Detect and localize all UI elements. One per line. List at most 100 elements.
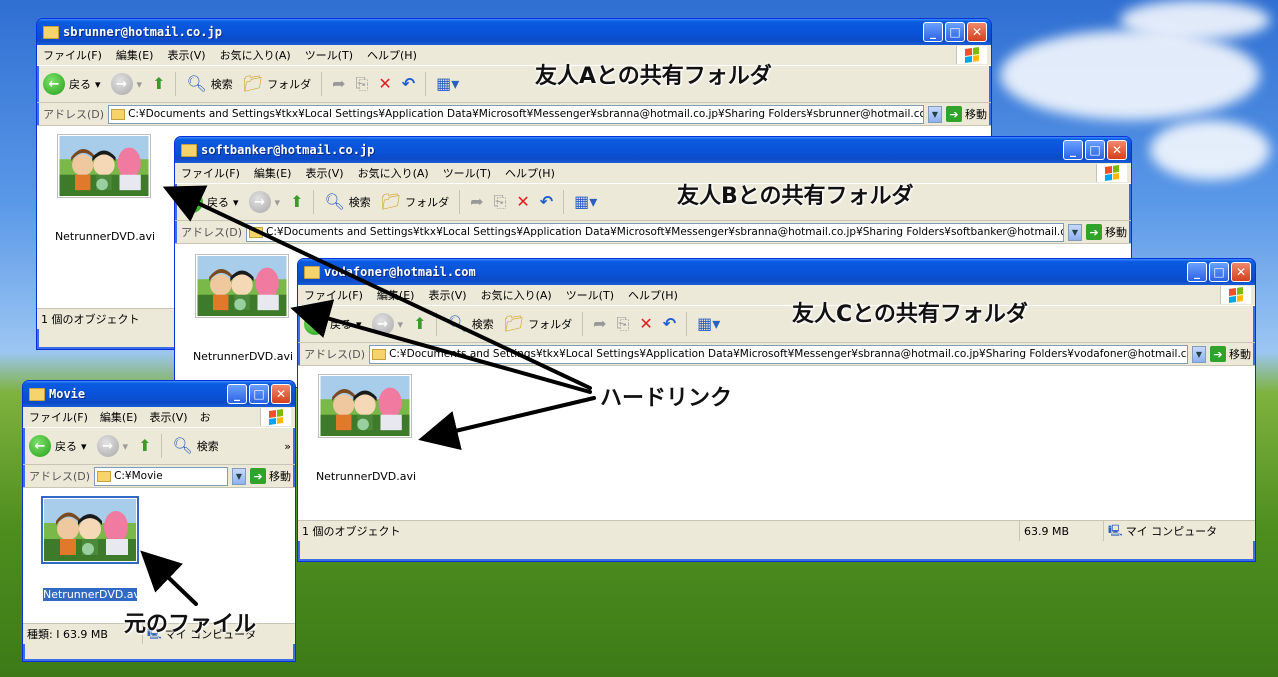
menu-favorites[interactable]: お気に入り(A) bbox=[220, 47, 291, 63]
delete-icon[interactable]: ✕ bbox=[639, 316, 652, 332]
file-name[interactable]: NetrunnerDVD.avi bbox=[183, 350, 303, 363]
move-to-icon[interactable]: ➦ bbox=[470, 194, 483, 210]
delete-icon[interactable]: ✕ bbox=[516, 194, 529, 210]
dropdown-arrow-icon[interactable]: ▾ bbox=[123, 440, 129, 453]
back-button[interactable]: ← 戻る ▾ bbox=[304, 313, 362, 335]
views-icon[interactable]: ▦▾ bbox=[574, 194, 597, 210]
title-bar[interactable]: vodafoner@hotmail.com _ □ ✕ bbox=[298, 259, 1255, 285]
menu-help[interactable]: ヘルプ(H) bbox=[628, 287, 678, 303]
copy-to-icon[interactable]: ⎘ bbox=[617, 316, 630, 332]
go-button[interactable]: ➔ 移動 bbox=[250, 468, 291, 484]
menu-view[interactable]: 表示(V) bbox=[149, 409, 187, 425]
menu-edit[interactable]: 編集(E) bbox=[254, 165, 292, 181]
close-button[interactable]: ✕ bbox=[1231, 262, 1251, 282]
dropdown-arrow-icon[interactable]: ▾ bbox=[95, 78, 101, 91]
back-button[interactable]: ← 戻る ▾ bbox=[181, 191, 239, 213]
menu-favorites[interactable]: お気に入り(A) bbox=[481, 287, 552, 303]
minimize-button[interactable]: _ bbox=[1187, 262, 1207, 282]
menu-edit[interactable]: 編集(E) bbox=[100, 409, 138, 425]
address-input[interactable]: C:¥Movie bbox=[94, 466, 228, 486]
folders-button[interactable]: 📁︎ フォルダ bbox=[381, 194, 449, 210]
delete-icon[interactable]: ✕ bbox=[378, 76, 391, 92]
close-button[interactable]: ✕ bbox=[271, 384, 291, 404]
menu-tools[interactable]: ツール(T) bbox=[443, 165, 491, 181]
video-thumbnail-selected[interactable] bbox=[41, 496, 139, 564]
maximize-button[interactable]: □ bbox=[945, 22, 965, 42]
go-button[interactable]: ➔ 移動 bbox=[946, 106, 987, 122]
up-folder-icon[interactable]: ⬆ bbox=[138, 438, 151, 454]
dropdown-arrow-icon[interactable]: ▾ bbox=[81, 440, 87, 453]
dropdown-arrow-icon[interactable]: ▾ bbox=[398, 318, 404, 331]
window-friend-c[interactable]: vodafoner@hotmail.com _ □ ✕ ファイル(F) 編集(E… bbox=[297, 258, 1256, 562]
video-thumbnail[interactable] bbox=[318, 374, 412, 438]
up-folder-icon[interactable]: ⬆ bbox=[413, 316, 426, 332]
menu-edit[interactable]: 編集(E) bbox=[377, 287, 415, 303]
address-dropdown-button[interactable]: ▼ bbox=[1192, 345, 1206, 363]
menu-tools[interactable]: ツール(T) bbox=[305, 47, 353, 63]
move-to-icon[interactable]: ➦ bbox=[593, 316, 606, 332]
folders-button[interactable]: 📁︎ フォルダ bbox=[243, 76, 311, 92]
minimize-button[interactable]: _ bbox=[227, 384, 247, 404]
address-input[interactable]: C:¥Documents and Settings¥tkx¥Local Sett… bbox=[369, 344, 1188, 364]
close-button[interactable]: ✕ bbox=[967, 22, 987, 42]
maximize-button[interactable]: □ bbox=[1085, 140, 1105, 160]
undo-icon[interactable]: ↶ bbox=[540, 194, 553, 210]
views-icon[interactable]: ▦▾ bbox=[697, 316, 720, 332]
address-dropdown-button[interactable]: ▼ bbox=[1068, 223, 1082, 241]
folders-button[interactable]: 📁︎ フォルダ bbox=[504, 316, 572, 332]
search-button[interactable]: 🔍︎ 検索 bbox=[172, 438, 218, 454]
close-button[interactable]: ✕ bbox=[1107, 140, 1127, 160]
views-icon[interactable]: ▦▾ bbox=[436, 76, 459, 92]
file-list[interactable]: NetrunnerDVD.avi bbox=[298, 366, 1255, 520]
go-button[interactable]: ➔ 移動 bbox=[1210, 346, 1251, 362]
forward-button[interactable]: → ▾ bbox=[248, 191, 281, 213]
maximize-button[interactable]: □ bbox=[1209, 262, 1229, 282]
menu-tools[interactable]: ツール(T) bbox=[566, 287, 614, 303]
file-name-selected[interactable]: NetrunnerDVD.avi bbox=[43, 588, 137, 601]
file-list[interactable]: NetrunnerDVD.avi bbox=[23, 488, 295, 623]
copy-to-icon[interactable]: ⎘ bbox=[494, 194, 507, 210]
address-input[interactable]: C:¥Documents and Settings¥tkx¥Local Sett… bbox=[108, 104, 924, 124]
address-dropdown-button[interactable]: ▼ bbox=[232, 467, 246, 485]
file-name[interactable]: NetrunnerDVD.avi bbox=[306, 470, 426, 483]
video-thumbnail[interactable] bbox=[195, 254, 289, 318]
up-folder-icon[interactable]: ⬆ bbox=[152, 76, 165, 92]
address-dropdown-button[interactable]: ▼ bbox=[928, 105, 942, 123]
menu-help[interactable]: ヘルプ(H) bbox=[505, 165, 555, 181]
dropdown-arrow-icon[interactable]: ▾ bbox=[233, 196, 239, 209]
forward-button[interactable]: → ▾ bbox=[96, 435, 129, 457]
dropdown-arrow-icon[interactable]: ▾ bbox=[356, 318, 362, 331]
menu-file[interactable]: ファイル(F) bbox=[181, 165, 240, 181]
menu-file[interactable]: ファイル(F) bbox=[304, 287, 363, 303]
menu-view[interactable]: 表示(V) bbox=[428, 287, 466, 303]
file-name[interactable]: NetrunnerDVD.avi bbox=[45, 230, 165, 243]
menu-file[interactable]: ファイル(F) bbox=[29, 409, 88, 425]
search-button[interactable]: 🔍︎ 検索 bbox=[447, 316, 493, 332]
back-button[interactable]: ← 戻る ▾ bbox=[29, 435, 87, 457]
menu-favorites[interactable]: お気に入り(A) bbox=[358, 165, 429, 181]
up-folder-icon[interactable]: ⬆ bbox=[290, 194, 303, 210]
move-to-icon[interactable]: ➦ bbox=[332, 76, 345, 92]
go-button[interactable]: ➔ 移動 bbox=[1086, 224, 1127, 240]
search-button[interactable]: 🔍︎ 検索 bbox=[324, 194, 370, 210]
menu-edit[interactable]: 編集(E) bbox=[116, 47, 154, 63]
back-button[interactable]: ← 戻る ▾ bbox=[43, 73, 101, 95]
dropdown-arrow-icon[interactable]: ▾ bbox=[275, 196, 281, 209]
undo-icon[interactable]: ↶ bbox=[663, 316, 676, 332]
title-bar[interactable]: Movie _ □ ✕ bbox=[23, 381, 295, 407]
toolbar-overflow-icon[interactable]: » bbox=[284, 440, 291, 453]
menu-help[interactable]: ヘルプ(H) bbox=[367, 47, 417, 63]
minimize-button[interactable]: _ bbox=[1063, 140, 1083, 160]
menu-file[interactable]: ファイル(F) bbox=[43, 47, 102, 63]
menu-view[interactable]: 表示(V) bbox=[167, 47, 205, 63]
minimize-button[interactable]: _ bbox=[923, 22, 943, 42]
address-input[interactable]: C:¥Documents and Settings¥tkx¥Local Sett… bbox=[246, 222, 1064, 242]
menu-favorites[interactable]: お bbox=[200, 409, 211, 425]
video-thumbnail[interactable] bbox=[57, 134, 151, 198]
copy-to-icon[interactable]: ⎘ bbox=[356, 76, 369, 92]
search-button[interactable]: 🔍︎ 検索 bbox=[186, 76, 232, 92]
forward-button[interactable]: → ▾ bbox=[371, 313, 404, 335]
undo-icon[interactable]: ↶ bbox=[402, 76, 415, 92]
menu-view[interactable]: 表示(V) bbox=[305, 165, 343, 181]
forward-button[interactable]: → ▾ bbox=[110, 73, 142, 95]
